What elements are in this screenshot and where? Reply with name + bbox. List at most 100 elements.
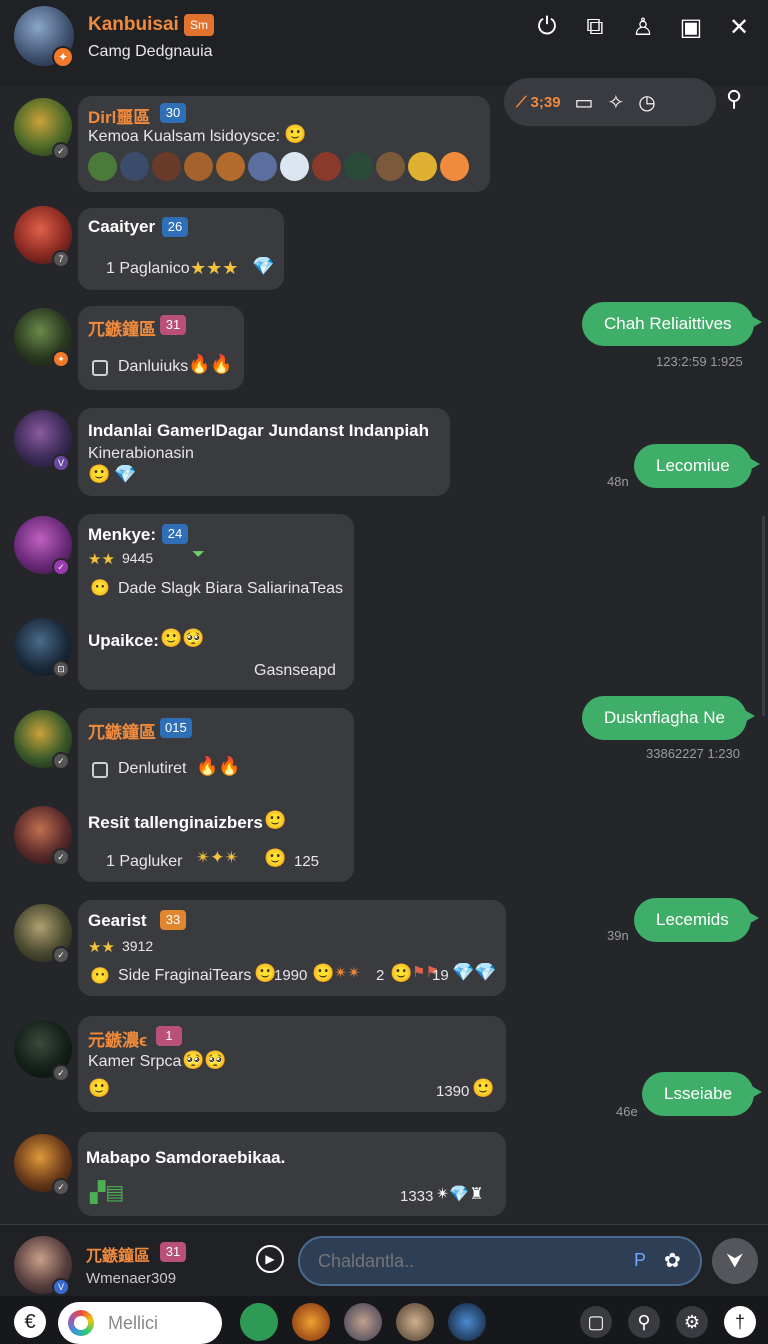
emoji: 🔥🔥 — [188, 354, 233, 374]
game-icon[interactable] — [376, 152, 405, 181]
sender-name: 元鏃濃ϵ — [88, 1031, 148, 1050]
message-text: Side FraginaiTears — [118, 967, 252, 984]
message-timestamp: 46e — [616, 1104, 638, 1119]
send-icon[interactable]: ⮟ — [712, 1238, 758, 1284]
clock-icon[interactable]: ◷ — [638, 90, 655, 115]
app-icon[interactable] — [396, 1303, 434, 1341]
message-timestamp: 33862227 1:230 — [646, 746, 740, 761]
my-name: 兀鏃鐘區 — [86, 1248, 151, 1265]
game-icon[interactable] — [184, 152, 213, 181]
star-rating: ★★★ — [190, 258, 239, 278]
gem-icon: 💎 — [252, 256, 275, 276]
power-icon[interactable]: ⏻ — [532, 12, 562, 42]
emoji: 🙂 — [264, 848, 287, 868]
score-text: 1333 — [400, 1188, 434, 1205]
sent-message-bubble[interactable]: Chah Reliaittives — [582, 302, 762, 346]
level-badge: 1 — [156, 1026, 182, 1046]
level-badge: 26 — [162, 217, 188, 237]
sent-message-bubble[interactable]: Lecemids — [634, 898, 759, 942]
search-icon[interactable]: ⚲ — [628, 1306, 660, 1338]
message-text: 1 Pagluker — [106, 853, 183, 870]
avatar-status-icon: ✦ — [52, 350, 70, 368]
message-text: Kinerabionasin — [88, 445, 194, 462]
app-icon[interactable] — [240, 1303, 278, 1341]
avatar-status-icon: ✓ — [52, 1064, 70, 1082]
sparkle-icon[interactable]: ✧ — [607, 90, 624, 115]
star-rating: ★★ — [88, 939, 115, 956]
emoji: 🙂 — [284, 124, 307, 144]
game-icons-row — [88, 152, 469, 181]
app-icon[interactable] — [344, 1303, 382, 1341]
avatar-status-icon: ✓ — [52, 848, 70, 866]
score-text: 2 — [376, 967, 385, 984]
app-icon[interactable] — [292, 1303, 330, 1341]
emoji: ⏷ — [192, 546, 205, 563]
sent-message-bubble[interactable]: Lecomiue — [634, 444, 760, 488]
timer-value: 3;39 — [530, 93, 561, 111]
sender-name: Mabapo Samdoraebikaa. — [86, 1148, 286, 1167]
screen-icon[interactable]: ▭ — [575, 90, 594, 115]
my-subtitle: Wmenaer309 — [86, 1270, 177, 1287]
message-text: Gasnseapd — [254, 662, 336, 679]
square-icon[interactable]: ▢ — [580, 1306, 612, 1338]
emoji: ▞▤ — [90, 1182, 125, 1204]
avatar-status-icon: ✓ — [52, 752, 70, 770]
avatar-status-icon: ✓ — [52, 558, 70, 576]
avatar-status-icon: V — [52, 1278, 70, 1296]
emoji: ✴💎♜ — [436, 1186, 484, 1203]
menu-icon[interactable]: € — [14, 1306, 46, 1338]
game-icon[interactable] — [120, 152, 149, 181]
sent-message-bubble[interactable]: Lsseiabe — [642, 1072, 763, 1116]
sender-name: Upaikce: — [88, 631, 159, 650]
game-icon[interactable] — [408, 152, 437, 181]
avatar-status-icon: ✓ — [52, 1178, 70, 1196]
emoji: 😶 — [90, 968, 110, 985]
game-icon[interactable] — [280, 152, 309, 181]
emoji: ✴✦✴ — [196, 848, 239, 867]
quick-toolbar: ⟋ 3;39 ▭ ✧ ◷ — [504, 78, 716, 126]
game-icon[interactable] — [152, 152, 181, 181]
wrench-icon[interactable]: ⚲ — [726, 86, 742, 112]
game-icon[interactable] — [344, 152, 373, 181]
sender-name: 兀鏃鐘區 — [88, 320, 156, 339]
info-icon[interactable]: † — [724, 1306, 756, 1338]
chat-title: Kanbuisai — [88, 14, 179, 35]
sent-message-bubble[interactable]: Dusknfiagha Ne — [582, 696, 755, 740]
chat-subtitle: Camg Dedgnauia — [88, 43, 213, 60]
header-avatar-badge-icon: ✦ — [52, 46, 74, 68]
scrollbar[interactable] — [762, 516, 765, 716]
emoji: 😶 — [90, 580, 110, 597]
game-icon[interactable] — [312, 152, 341, 181]
play-icon[interactable]: ▶ — [256, 1245, 284, 1273]
avatar-status-icon: ⊡ — [52, 660, 70, 678]
game-icon[interactable] — [440, 152, 469, 181]
score-text: 125 — [294, 853, 320, 870]
emoji: 🙂 — [88, 1078, 111, 1098]
app-icon[interactable] — [448, 1303, 486, 1341]
sender-name: Indanlai GamerIDagar Jundanst Indanpiah — [88, 421, 430, 440]
mic-icon[interactable]: ✿ — [664, 1248, 681, 1273]
calendar-icon[interactable]: ▣ — [676, 12, 706, 42]
share-icon[interactable]: ⧉ — [580, 12, 610, 42]
input-p-label[interactable]: P — [634, 1250, 646, 1271]
checkbox-icon — [92, 360, 108, 376]
score-text: 1990 — [274, 967, 308, 984]
emoji: 🙂 — [390, 963, 413, 983]
my-level-badge: 31 — [160, 1242, 186, 1262]
timer-display[interactable]: ⟋ 3;39 — [516, 94, 561, 111]
gem-icon: 💎 — [474, 962, 497, 982]
game-icon[interactable] — [216, 152, 245, 181]
level-badge: 30 — [160, 103, 186, 123]
game-icon[interactable] — [88, 152, 117, 181]
avatar-status-icon: ✓ — [52, 946, 70, 964]
settings-icon[interactable]: ⚙ — [676, 1306, 708, 1338]
message-timestamp: 48n — [607, 474, 629, 489]
score-text: 19 — [432, 967, 449, 984]
sender-name: Dirl噩區 — [88, 108, 151, 127]
game-icon[interactable] — [248, 152, 277, 181]
pin-icon[interactable]: ♙ — [628, 12, 658, 42]
message-text: Kamer Srpca — [88, 1053, 182, 1070]
close-icon[interactable]: ✕ — [724, 12, 754, 42]
sender-name: Resit tallenginaizbers — [88, 813, 263, 832]
sender-name: Menkye: — [88, 525, 157, 544]
